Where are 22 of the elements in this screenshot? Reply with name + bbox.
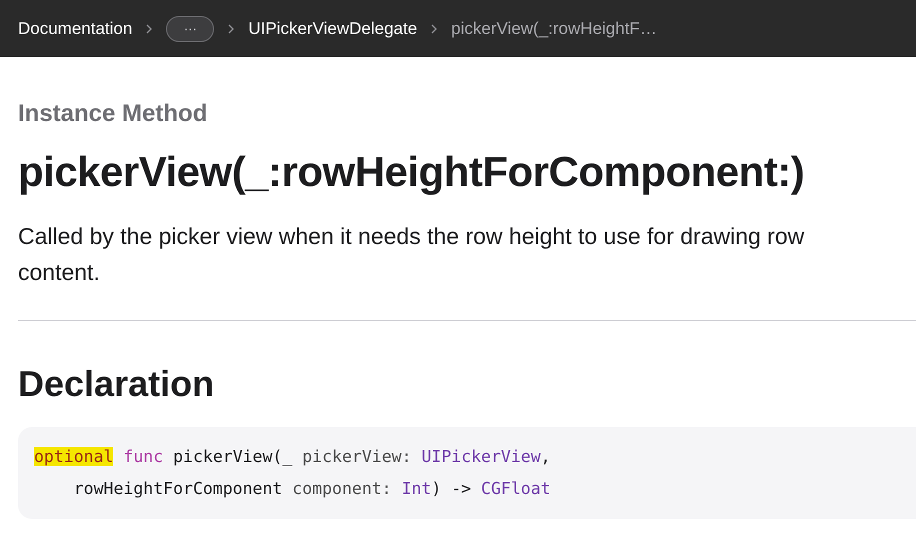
code-text: pickerView(_ — [172, 447, 294, 466]
code-text: rowHeightForComponent — [72, 479, 284, 498]
code-parameter: pickerView: — [302, 447, 413, 466]
chevron-icon — [228, 24, 234, 34]
code-text: ) -> — [431, 479, 472, 498]
abstract-text: Called by the picker view when it needs the row height to use for drawing row content. — [18, 222, 806, 287]
more-button[interactable]: ··· — [166, 16, 214, 42]
breadcrumb-current: pickerView(_:rowHeightF… — [451, 18, 657, 38]
breadcrumb-link[interactable]: Documentation — [18, 18, 132, 38]
eyebrow-label: Instance Method — [18, 100, 208, 128]
code-type: CGFloat — [481, 479, 551, 498]
chevron-icon — [146, 24, 152, 34]
code-parameter: component: — [292, 479, 393, 498]
code-type: UIPickerView — [421, 447, 541, 466]
code-type: Int — [402, 479, 432, 498]
page-title: pickerView(_:rowHeightForComponent:) — [18, 148, 806, 196]
code-keyword: func — [122, 447, 164, 466]
code-text: , — [540, 447, 551, 466]
breadcrumb-link[interactable]: UIPickerViewDelegate — [248, 18, 418, 38]
code-keyword: optional — [34, 447, 114, 466]
chevron-icon — [431, 24, 438, 34]
section-heading: Declaration — [18, 363, 216, 405]
